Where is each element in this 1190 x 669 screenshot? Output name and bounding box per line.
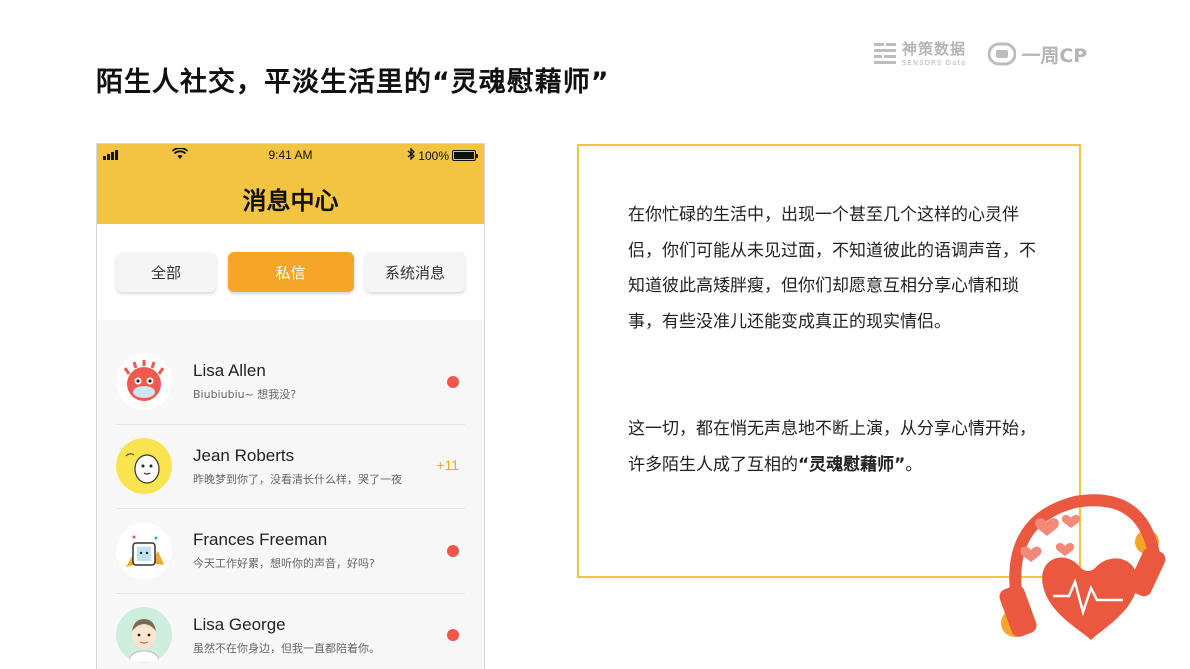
message-item[interactable]: Lisa George 虽然不在你身边，但我一直都陪着你。	[116, 594, 465, 669]
status-bar: 9:41 AM 100%	[97, 144, 484, 166]
message-tabs: 全部 私信 系统消息	[97, 224, 484, 320]
message-item[interactable]: Frances Freeman 今天工作好累，想听你的声音，好吗?	[116, 509, 465, 594]
message-item[interactable]: Jean Roberts 昨晚梦到你了，没看清长什么样，哭了一夜 +11	[116, 425, 465, 509]
battery-icon	[452, 150, 478, 161]
tab-private-messages[interactable]: 私信	[227, 252, 354, 292]
message-preview: 今天工作好累，想听你的声音，好吗?	[193, 557, 375, 571]
pufferfish-avatar-icon	[116, 353, 172, 410]
avatar	[116, 607, 172, 664]
message-list: Lisa Allen Biubiubiu~ 想我没? Jean Roberts …	[97, 320, 484, 669]
headphones-heart-icon	[999, 494, 1166, 640]
avatar	[116, 438, 172, 495]
description-paragraph-1: 在你忙碌的生活中，出现一个甚至几个这样的心灵伴侣，你们可能从未见过面，不知道彼此…	[628, 205, 1036, 332]
phone-mockup: 9:41 AM 100% 消息中心 全部 私信 系统消息 Lisa Allen …	[96, 143, 485, 669]
unread-dot	[447, 375, 459, 388]
para2-end: 。	[905, 454, 923, 475]
sensors-logo-icon	[874, 43, 896, 64]
tab-all[interactable]: 全部	[116, 252, 216, 292]
slide-title: 陌生人社交，平淡生活里的“灵魂慰藉师”	[96, 67, 610, 98]
unread-dot	[447, 629, 459, 642]
unread-count-badge: +11	[436, 457, 459, 474]
message-preview: 昨晚梦到你了，没看清长什么样，哭了一夜	[193, 472, 402, 486]
message-center-title: 消息中心	[242, 187, 339, 215]
phone-header: 9:41 AM 100% 消息中心	[97, 144, 484, 224]
description-paragraph-2: 这一切，都在悄无声息地不断上演，从分享心情开始，许多陌生人成了互相的“灵魂慰藉师…	[628, 412, 1038, 483]
contact-name: Frances Freeman	[193, 530, 328, 550]
cartoon-hello-avatar-icon	[116, 438, 172, 495]
cartoon-boy-avatar-icon	[116, 607, 172, 664]
yizhou-logo-text: 一周CP	[1021, 44, 1088, 67]
battery-percent: 100%	[418, 148, 449, 163]
yizhou-cp-logo: 一周CP	[988, 41, 1087, 68]
cartoon-box-avatar-icon	[116, 522, 172, 579]
avatar	[116, 353, 172, 410]
logo-area: 神策数据 SENSORS Data 一周CP	[874, 38, 1087, 70]
bluetooth-icon	[407, 147, 416, 163]
message-item[interactable]: Lisa Allen Biubiubiu~ 想我没?	[116, 340, 465, 425]
sensors-logo-en: SENSORS Data	[902, 58, 967, 67]
contact-name: Lisa George	[193, 614, 286, 634]
message-preview: 虽然不在你身边，但我一直都陪着你。	[193, 641, 380, 655]
contact-name: Jean Roberts	[193, 445, 295, 465]
unread-dot	[447, 544, 459, 557]
message-preview: Biubiubiu~ 想我没?	[193, 388, 297, 402]
sensors-data-logo: 神策数据 SENSORS Data	[874, 39, 967, 67]
avatar	[116, 522, 172, 579]
para2-highlight: “灵魂慰藉师”	[798, 454, 906, 475]
contact-name: Lisa Allen	[193, 361, 266, 381]
sensors-logo-cn: 神策数据	[902, 39, 967, 58]
yizhou-logo-icon	[988, 42, 1017, 66]
tab-system-messages[interactable]: 系统消息	[365, 252, 465, 292]
